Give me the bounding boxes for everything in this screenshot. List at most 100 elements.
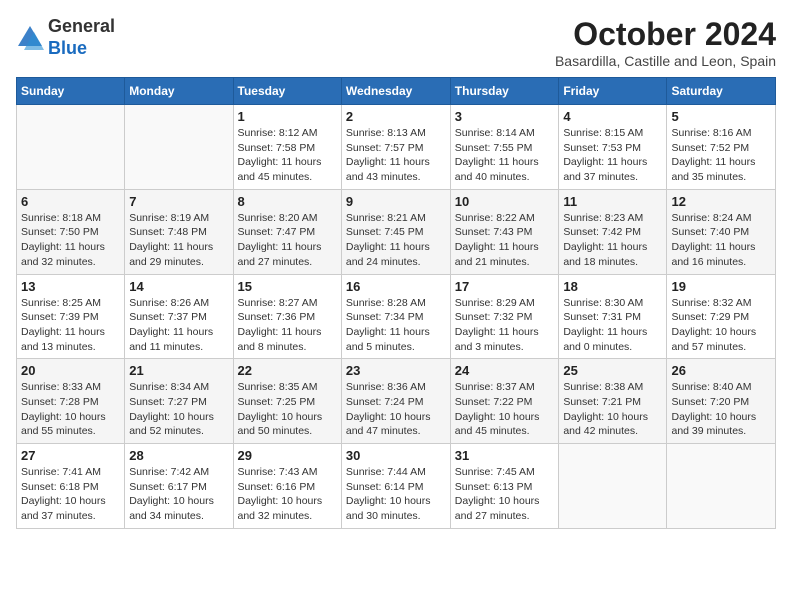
day-number: 19 (671, 279, 771, 294)
day-number: 13 (21, 279, 120, 294)
calendar-cell: 7 Sunrise: 8:19 AMSunset: 7:48 PMDaylight… (125, 189, 233, 274)
day-number: 1 (238, 109, 337, 124)
day-number: 29 (238, 448, 337, 463)
title-block: October 2024 Basardilla, Castille and Le… (555, 16, 776, 69)
day-info: Sunrise: 7:41 AMSunset: 6:18 PMDaylight:… (21, 465, 120, 524)
day-number: 27 (21, 448, 120, 463)
day-info: Sunrise: 8:19 AMSunset: 7:48 PMDaylight:… (129, 211, 228, 270)
day-info: Sunrise: 8:14 AMSunset: 7:55 PMDaylight:… (455, 126, 555, 185)
calendar-cell: 21Sunrise: 8:34 AMSunset: 7:27 PMDayligh… (125, 359, 233, 444)
weekday-header: Wednesday (341, 78, 450, 105)
day-info: Sunrise: 8:38 AMSunset: 7:21 PMDaylight:… (563, 380, 662, 439)
day-number: 10 (455, 194, 555, 209)
weekday-header: Thursday (450, 78, 559, 105)
day-number: 25 (563, 363, 662, 378)
day-info: Sunrise: 8:20 AMSunset: 7:47 PMDaylight:… (238, 211, 337, 270)
day-number: 17 (455, 279, 555, 294)
calendar-cell: 19 Sunrise: 8:32 AMSunset: 7:29 PMDayligh… (667, 274, 776, 359)
weekday-header: Sunday (17, 78, 125, 105)
day-info: Sunrise: 8:36 AMSunset: 7:24 PMDaylight:… (346, 380, 446, 439)
day-number: 18 (563, 279, 662, 294)
day-number: 8 (238, 194, 337, 209)
day-info: Sunrise: 8:28 AMSunset: 7:34 PMDaylight:… (346, 296, 446, 355)
day-number: 28 (129, 448, 228, 463)
calendar-week-row: 20 Sunrise: 8:33 AMSunset: 7:28 PMDayligh… (17, 359, 776, 444)
day-info: Sunrise: 8:18 AMSunset: 7:50 PMDaylight:… (21, 211, 120, 270)
day-number: 11 (563, 194, 662, 209)
day-info: Sunrise: 8:37 AMSunset: 7:22 PMDaylight:… (455, 380, 555, 439)
calendar-cell (559, 444, 667, 529)
calendar-week-row: 27 Sunrise: 7:41 AMSunset: 6:18 PMDayligh… (17, 444, 776, 529)
calendar-cell: 4 Sunrise: 8:15 AMSunset: 7:53 PMDaylight… (559, 105, 667, 190)
calendar-cell: 28 Sunrise: 7:42 AMSunset: 6:17 PMDayligh… (125, 444, 233, 529)
calendar-cell: 22Sunrise: 8:35 AMSunset: 7:25 PMDayligh… (233, 359, 341, 444)
page-header: General Blue October 2024 Basardilla, Ca… (16, 16, 776, 69)
day-info: Sunrise: 8:40 AMSunset: 7:20 PMDaylight:… (671, 380, 771, 439)
day-info: Sunrise: 7:44 AMSunset: 6:14 PMDaylight:… (346, 465, 446, 524)
day-info: Sunrise: 8:15 AMSunset: 7:53 PMDaylight:… (563, 126, 662, 185)
day-info: Sunrise: 8:16 AMSunset: 7:52 PMDaylight:… (671, 126, 771, 185)
day-number: 6 (21, 194, 120, 209)
calendar-cell: 15 Sunrise: 8:27 AMSunset: 7:36 PMDayligh… (233, 274, 341, 359)
day-number: 16 (346, 279, 446, 294)
calendar-cell: 26 Sunrise: 8:40 AMSunset: 7:20 PMDayligh… (667, 359, 776, 444)
location-title: Basardilla, Castille and Leon, Spain (555, 53, 776, 69)
day-number: 3 (455, 109, 555, 124)
calendar-cell: 27 Sunrise: 7:41 AMSunset: 6:18 PMDayligh… (17, 444, 125, 529)
day-info: Sunrise: 8:22 AMSunset: 7:43 PMDaylight:… (455, 211, 555, 270)
calendar-cell: 13 Sunrise: 8:25 AMSunset: 7:39 PMDayligh… (17, 274, 125, 359)
calendar-cell: 1Sunrise: 8:12 AMSunset: 7:58 PMDaylight… (233, 105, 341, 190)
day-info: Sunrise: 8:33 AMSunset: 7:28 PMDaylight:… (21, 380, 120, 439)
calendar-cell: 29 Sunrise: 7:43 AMSunset: 6:16 PMDayligh… (233, 444, 341, 529)
calendar-table: SundayMondayTuesdayWednesdayThursdayFrid… (16, 77, 776, 529)
day-info: Sunrise: 8:25 AMSunset: 7:39 PMDaylight:… (21, 296, 120, 355)
day-number: 14 (129, 279, 228, 294)
logo-text: General Blue (48, 16, 115, 59)
day-info: Sunrise: 8:27 AMSunset: 7:36 PMDaylight:… (238, 296, 337, 355)
day-number: 26 (671, 363, 771, 378)
day-number: 23 (346, 363, 446, 378)
day-number: 21 (129, 363, 228, 378)
calendar-cell: 3 Sunrise: 8:14 AMSunset: 7:55 PMDaylight… (450, 105, 559, 190)
month-title: October 2024 (555, 16, 776, 53)
calendar-cell: 25 Sunrise: 8:38 AMSunset: 7:21 PMDayligh… (559, 359, 667, 444)
weekday-row: SundayMondayTuesdayWednesdayThursdayFrid… (17, 78, 776, 105)
day-number: 2 (346, 109, 446, 124)
calendar-cell: 18 Sunrise: 8:30 AMSunset: 7:31 PMDayligh… (559, 274, 667, 359)
calendar-cell (17, 105, 125, 190)
calendar-cell (125, 105, 233, 190)
calendar-cell: 11 Sunrise: 8:23 AMSunset: 7:42 PMDayligh… (559, 189, 667, 274)
day-info: Sunrise: 8:24 AMSunset: 7:40 PMDaylight:… (671, 211, 771, 270)
weekday-header: Tuesday (233, 78, 341, 105)
day-info: Sunrise: 8:30 AMSunset: 7:31 PMDaylight:… (563, 296, 662, 355)
day-number: 9 (346, 194, 446, 209)
calendar-cell: 30 Sunrise: 7:44 AMSunset: 6:14 PMDayligh… (341, 444, 450, 529)
calendar-cell: 14 Sunrise: 8:26 AMSunset: 7:37 PMDayligh… (125, 274, 233, 359)
calendar-cell: 17 Sunrise: 8:29 AMSunset: 7:32 PMDayligh… (450, 274, 559, 359)
day-number: 4 (563, 109, 662, 124)
day-info: Sunrise: 8:29 AMSunset: 7:32 PMDaylight:… (455, 296, 555, 355)
calendar-cell: 20 Sunrise: 8:33 AMSunset: 7:28 PMDayligh… (17, 359, 125, 444)
day-info: Sunrise: 8:23 AMSunset: 7:42 PMDaylight:… (563, 211, 662, 270)
day-number: 24 (455, 363, 555, 378)
calendar-cell (667, 444, 776, 529)
day-info: Sunrise: 7:42 AMSunset: 6:17 PMDaylight:… (129, 465, 228, 524)
calendar-cell: 5Sunrise: 8:16 AMSunset: 7:52 PMDaylight… (667, 105, 776, 190)
day-info: Sunrise: 8:26 AMSunset: 7:37 PMDaylight:… (129, 296, 228, 355)
day-number: 22 (238, 363, 337, 378)
weekday-header: Friday (559, 78, 667, 105)
calendar-body: 1Sunrise: 8:12 AMSunset: 7:58 PMDaylight… (17, 105, 776, 529)
day-number: 30 (346, 448, 446, 463)
day-number: 20 (21, 363, 120, 378)
day-number: 7 (129, 194, 228, 209)
day-info: Sunrise: 8:32 AMSunset: 7:29 PMDaylight:… (671, 296, 771, 355)
day-number: 31 (455, 448, 555, 463)
calendar-cell: 31Sunrise: 7:45 AMSunset: 6:13 PMDayligh… (450, 444, 559, 529)
logo-general: General (48, 16, 115, 36)
day-info: Sunrise: 8:13 AMSunset: 7:57 PMDaylight:… (346, 126, 446, 185)
calendar-cell: 9Sunrise: 8:21 AMSunset: 7:45 PMDaylight… (341, 189, 450, 274)
day-number: 12 (671, 194, 771, 209)
day-info: Sunrise: 7:43 AMSunset: 6:16 PMDaylight:… (238, 465, 337, 524)
day-number: 15 (238, 279, 337, 294)
calendar-week-row: 1Sunrise: 8:12 AMSunset: 7:58 PMDaylight… (17, 105, 776, 190)
